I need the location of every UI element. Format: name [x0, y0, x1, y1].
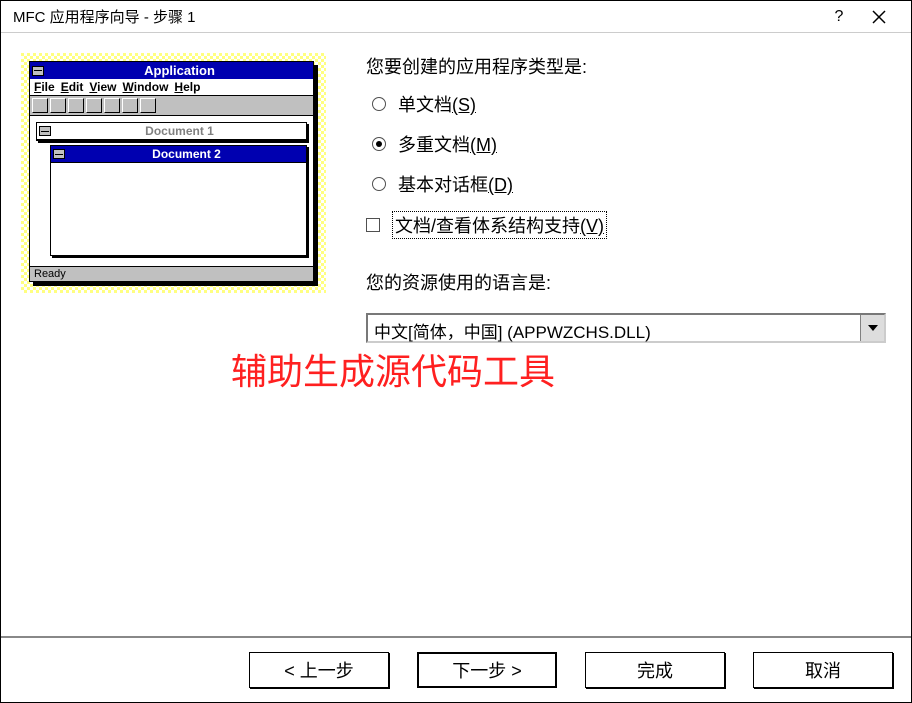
mock-sysmenu-icon [32, 66, 44, 76]
app-mock: Application File Edit View Window Help [29, 61, 314, 282]
help-button[interactable]: ? [819, 1, 859, 32]
mock-doc2-title: Document 2 [69, 147, 304, 161]
preview-pane: Application File Edit View Window Help [21, 53, 326, 293]
mock-client-area: Document 1 Document 2 [30, 116, 313, 266]
radio-multi-doc-label: 多重文档(M) [398, 131, 497, 157]
dropdown-button[interactable] [860, 315, 884, 341]
wizard-footer: < 上一步 下一步 > 完成 取消 [1, 636, 911, 702]
mock-menu-help: Help [174, 80, 200, 94]
language-dropdown[interactable]: 中文[简体，中国] (APPWZCHS.DLL) [366, 313, 886, 343]
mock-toolbar-button [140, 98, 156, 113]
mock-toolbar-button [68, 98, 84, 113]
mock-toolbar-button [86, 98, 102, 113]
radio-single-doc-label: 单文档(S) [398, 91, 476, 117]
mock-doc2-titlebar: Document 2 [51, 146, 306, 163]
language-question: 您的资源使用的语言是: [366, 269, 886, 295]
mock-menu-edit: Edit [61, 80, 84, 94]
mock-statusbar: Ready [30, 266, 313, 281]
back-button[interactable]: < 上一步 [249, 652, 389, 688]
mock-doc2-body [51, 163, 306, 255]
radio-multi-doc[interactable]: 多重文档(M) [372, 131, 886, 157]
mock-document-1: Document 1 [36, 122, 307, 141]
window-title: MFC 应用程序向导 - 步骤 1 [13, 6, 819, 27]
wizard-window: MFC 应用程序向导 - 步骤 1 ? Application File Edi… [0, 0, 912, 703]
mock-menu-view: View [89, 80, 116, 94]
options-panel: 您要创建的应用程序类型是: 单文档(S) 多重文档(M) 基本对话框(D) 文档… [326, 53, 886, 616]
finish-button[interactable]: 完成 [585, 652, 725, 688]
mock-sysmenu-icon [39, 126, 51, 136]
radio-icon [372, 137, 386, 151]
chevron-down-icon [868, 325, 878, 331]
wizard-body: Application File Edit View Window Help [1, 33, 911, 636]
mock-toolbar [30, 96, 313, 116]
mock-toolbar-button [50, 98, 66, 113]
mock-document-2: Document 2 [50, 145, 307, 256]
mock-app-title: Application [48, 63, 311, 78]
mock-toolbar-button [122, 98, 138, 113]
language-selected-value: 中文[简体，中国] (APPWZCHS.DLL) [368, 315, 860, 341]
mock-toolbar-button [32, 98, 48, 113]
next-button[interactable]: 下一步 > [417, 652, 557, 688]
titlebar: MFC 应用程序向导 - 步骤 1 ? [1, 1, 911, 33]
mock-toolbar-button [104, 98, 120, 113]
checkbox-docview-label: 文档/查看体系结构支持(V) [392, 211, 607, 239]
mock-menu-window: Window [123, 80, 169, 94]
mock-doc1-titlebar: Document 1 [37, 123, 306, 140]
radio-icon [372, 177, 386, 191]
radio-dialog-label: 基本对话框(D) [398, 171, 513, 197]
radio-icon [372, 97, 386, 111]
radio-single-doc[interactable]: 单文档(S) [372, 91, 886, 117]
app-type-question: 您要创建的应用程序类型是: [366, 53, 886, 79]
mock-sysmenu-icon [53, 149, 65, 159]
close-icon [872, 10, 886, 24]
checkbox-icon [366, 218, 380, 232]
close-button[interactable] [859, 1, 899, 32]
annotation-overlay: 辅助生成源代码工具 [231, 343, 555, 395]
mock-menubar: File Edit View Window Help [30, 79, 313, 96]
mock-doc1-title: Document 1 [55, 124, 304, 138]
app-type-radio-group: 单文档(S) 多重文档(M) 基本对话框(D) [372, 91, 886, 197]
cancel-button[interactable]: 取消 [753, 652, 893, 688]
radio-dialog[interactable]: 基本对话框(D) [372, 171, 886, 197]
mock-menu-file: File [34, 80, 55, 94]
checkbox-docview-support[interactable]: 文档/查看体系结构支持(V) [366, 211, 886, 239]
mock-titlebar: Application [30, 62, 313, 79]
